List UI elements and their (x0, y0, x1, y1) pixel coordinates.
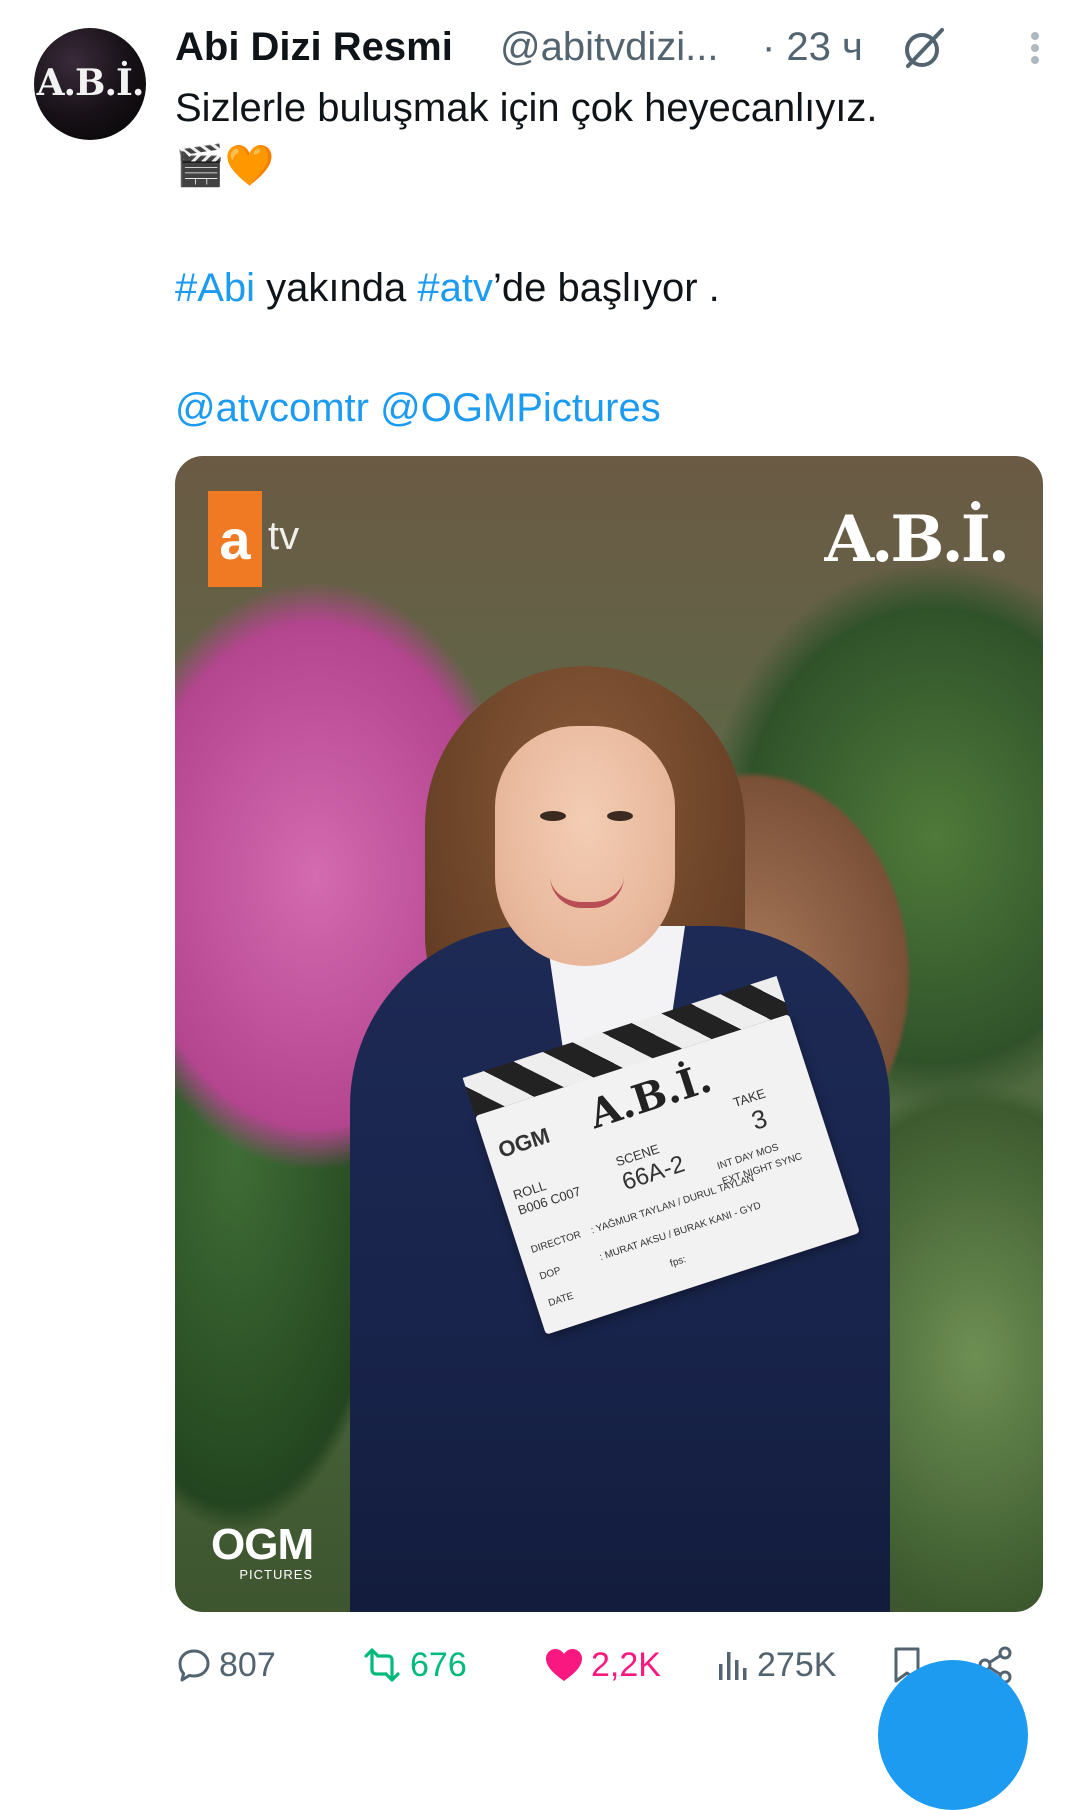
tweet-text-fragment: ’de başlıyor . (493, 266, 720, 310)
reply-icon (178, 1649, 210, 1682)
photo-subject-face (495, 726, 675, 966)
clapper-dop-value: : MURAT AKSU / BURAK KANI - GYD (598, 1200, 763, 1264)
tweet-header: Abi Dizi Resmi @abitvdizi... · 23 ч (175, 22, 1060, 72)
timestamp[interactable]: · 23 ч (762, 22, 863, 72)
tweet-text-line1: Sizlerle buluşmak için çok heyecanlıyız. (175, 86, 878, 130)
retweet-icon (364, 1648, 400, 1682)
photo-subject-eye (540, 811, 566, 821)
ogm-pictures-logo: OGM PICTURES (211, 1520, 314, 1583)
ogm-logo-sub: PICTURES (239, 1567, 314, 1582)
abi-show-logo: A.B.İ. (824, 502, 1010, 577)
photo-subject-eye (607, 811, 633, 821)
grok-icon[interactable] (900, 24, 948, 72)
like-button[interactable]: 2,2K (543, 1640, 661, 1690)
retweet-button[interactable]: 676 (360, 1640, 467, 1690)
tweet-media-photo[interactable]: A.B.İ. OGM ROLL B006 C007 SCENE 66A-2 TA… (175, 456, 1043, 1612)
views-count: 275K (757, 1645, 837, 1684)
clapper-fps-label: fps: (668, 1254, 688, 1270)
clapper-date-label: DATE (546, 1290, 576, 1310)
compose-fab-button[interactable] (878, 1660, 1028, 1810)
clapper-take-value: 3 (747, 1102, 771, 1136)
author-avatar[interactable]: A.B.İ. (34, 28, 146, 140)
clapper-director-label: DIRECTOR (529, 1229, 583, 1256)
retweet-count: 676 (410, 1645, 467, 1684)
atv-logo-suffix: tv (268, 514, 300, 558)
views-icon (719, 1652, 747, 1680)
more-icon[interactable] (1015, 28, 1055, 68)
views-button[interactable]: 275K (715, 1640, 836, 1690)
mention-atvcomtr[interactable]: @atvcomtr (175, 386, 369, 430)
tweet-emojis: 🎬🧡 (175, 144, 275, 188)
handle[interactable]: @abitvdizi... (500, 22, 718, 72)
atv-logo-letter: a (219, 507, 251, 571)
hashtag-abi[interactable]: #Abi (175, 266, 255, 310)
display-name[interactable]: Abi Dizi Resmi (175, 22, 453, 72)
atv-logo: a (208, 491, 262, 587)
ogm-logo-text: OGM (211, 1520, 314, 1569)
reply-button[interactable]: 807 (175, 1640, 276, 1690)
abi-show-logo-text: A.B.İ. (824, 502, 1010, 577)
mention-ogmpictures[interactable]: @OGMPictures (380, 386, 661, 430)
tweet-text-line2: #Abi yakında #atv’de başlıyor . (175, 262, 1045, 314)
heart-icon (546, 1649, 582, 1681)
clapper-dop-label: DOP (538, 1265, 563, 1283)
tweet-mentions: @atvcomtr @OGMPictures (175, 382, 1045, 434)
hashtag-atv[interactable]: #atv (417, 266, 493, 310)
like-count: 2,2K (591, 1645, 661, 1684)
clapper-studio: OGM (495, 1122, 553, 1163)
avatar-logo: A.B.İ. (36, 62, 145, 104)
reply-count: 807 (219, 1645, 276, 1684)
tweet-text-fragment: yakında (255, 266, 418, 310)
